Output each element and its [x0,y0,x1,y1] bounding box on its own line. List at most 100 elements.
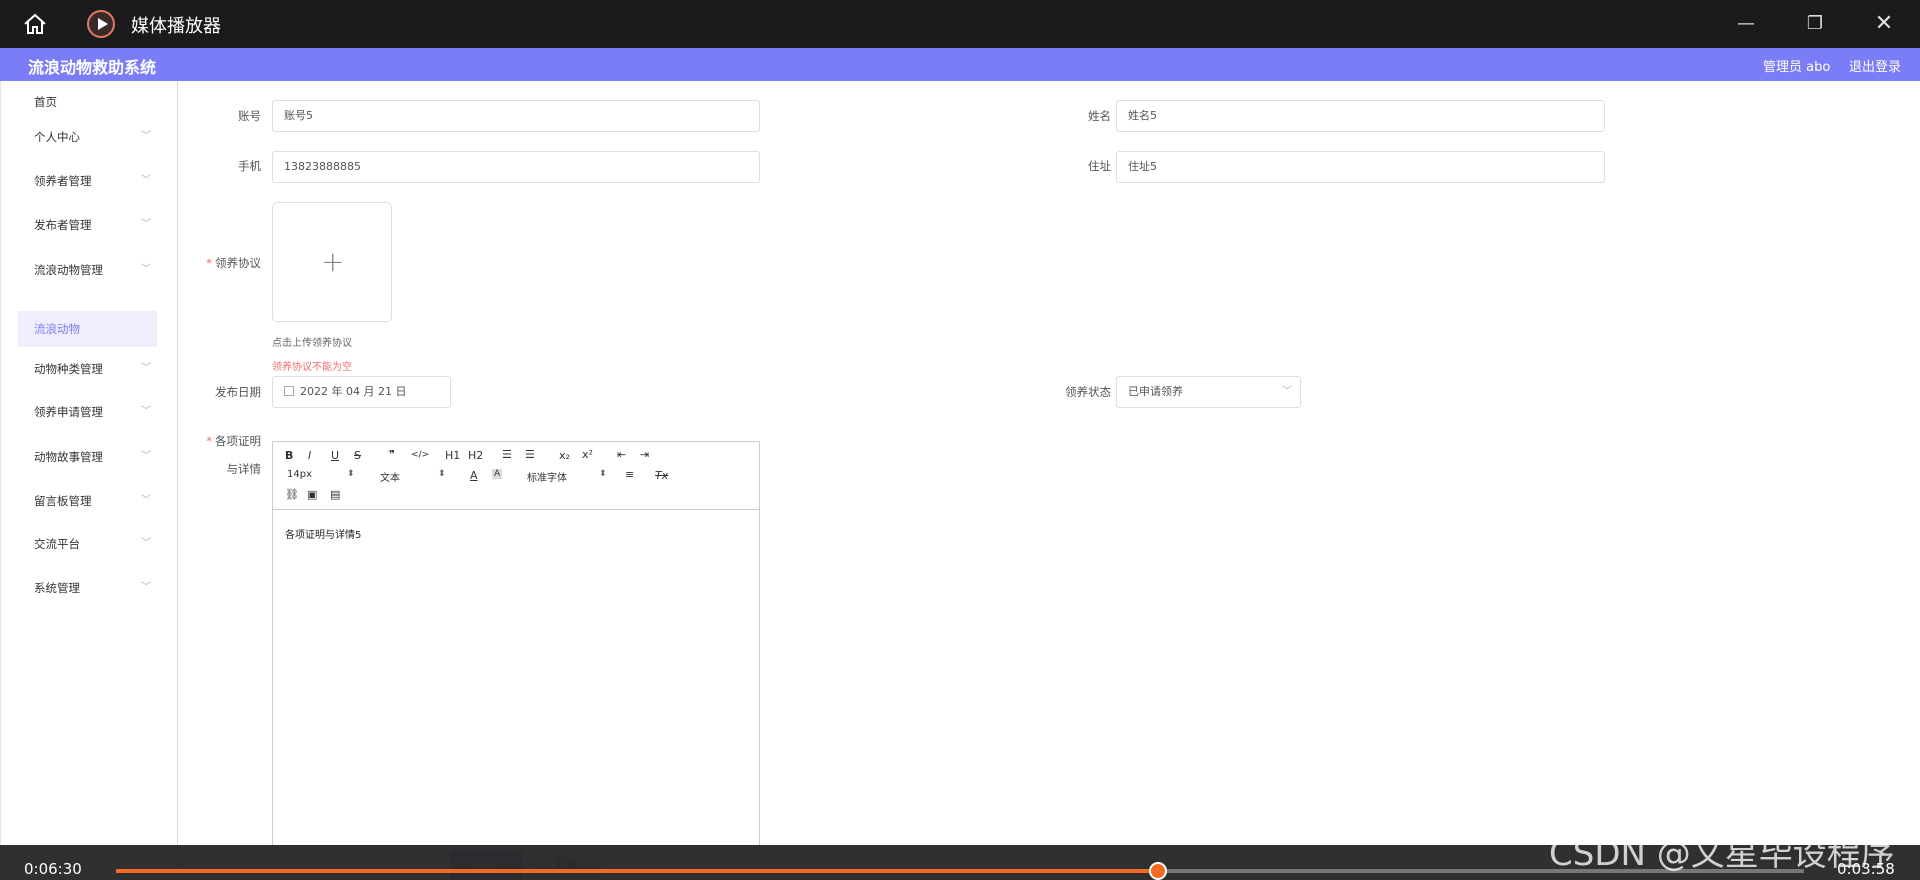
sidebar-item-label: 流浪动物管理 [34,263,103,277]
required-mark: * [206,256,212,270]
sidebar-item-publishers[interactable]: 发布者管理 ﹀ [18,207,157,243]
heading-select-arrow-icon: ⬍ [438,469,446,479]
sidebar-item-label: 流浪动物 [34,322,80,336]
h2-button[interactable]: H2 [468,449,483,462]
seek-bar-progress [116,869,1161,873]
home-icon[interactable] [22,12,48,36]
quote-icon[interactable]: ❞ [389,448,395,461]
sidebar-item-system[interactable]: 系统管理 ﹀ [18,570,157,606]
close-button[interactable]: ✕ [1872,12,1896,36]
player-title: 媒体播放器 [131,16,221,37]
outdent-icon[interactable]: ⇤ [617,448,626,461]
link-icon[interactable]: ⛓ [285,488,299,501]
font-size-select-arrow-icon: ⬍ [347,469,355,479]
heading-select[interactable]: 文本 [380,469,400,484]
agreement-label-text: 领养协议 [215,256,261,270]
address-input[interactable]: 住址5 [1116,151,1605,183]
background-color-icon[interactable]: A [492,469,503,479]
sidebar-item-animal-stories[interactable]: 动物故事管理 ﹀ [18,439,157,475]
indent-icon[interactable]: ⇥ [640,448,649,461]
sidebar-item-forum[interactable]: 交流平台 ﹀ [18,526,157,562]
code-icon[interactable]: </> [411,450,429,460]
subscript-button[interactable]: x₂ [559,449,570,462]
date-value: 2022 年 04 月 21 日 [300,385,407,398]
sidebar-item-label: 交流平台 [34,537,80,551]
chevron-down-icon: ﹀ [141,363,151,374]
watermark: CSDN @文星毕设程序 [1549,834,1895,874]
sidebar-item-stray-animal-management[interactable]: 流浪动物管理 ﹀ [18,252,157,288]
agreement-upload[interactable]: + [272,202,392,322]
details-label-text: 各项证明 [215,434,261,448]
image-icon[interactable]: ▣ [307,488,317,501]
chevron-down-icon: ﹀ [141,175,151,186]
video-icon[interactable]: ▤ [330,488,340,501]
date-picker[interactable]: 2022 年 04 月 21 日 [272,376,451,408]
sidebar-item-message-board[interactable]: 留言板管理 ﹀ [18,483,157,519]
address-label: 住址 [1088,159,1111,173]
sidebar-item-home[interactable]: 首页 [18,84,157,120]
sidebar-item-label: 领养者管理 [34,174,92,188]
calendar-icon [284,386,294,396]
font-color-icon[interactable]: A [470,469,478,482]
sidebar-item-label: 留言板管理 [34,494,92,508]
chevron-down-icon: ﹀ [1282,386,1292,397]
chevron-down-icon: ﹀ [141,406,151,417]
minimize-button[interactable]: — [1734,12,1758,36]
chevron-down-icon: ﹀ [141,495,151,506]
align-icon[interactable]: ≡ [625,468,634,481]
agreement-label: * 领养协议 [189,255,261,271]
sidebar-item-label: 系统管理 [34,581,80,595]
media-player-icon [87,10,115,38]
sidebar-item-adopters[interactable]: 领养者管理 ﹀ [18,163,157,199]
chevron-down-icon: ﹀ [141,264,151,275]
sidebar-item-label: 领养申请管理 [34,405,103,419]
h1-button[interactable]: H1 [445,449,460,462]
bold-button[interactable]: B [285,449,293,462]
italic-button[interactable]: I [308,449,311,462]
sidebar-item-label: 发布者管理 [34,218,92,232]
bullet-list-icon[interactable]: ☰ [525,448,535,461]
media-player-titlebar: 媒体播放器 — ❐ ✕ [0,0,1920,48]
sidebar-item-label: 个人中心 [34,130,80,144]
font-family-select-arrow-icon: ⬍ [599,469,607,479]
name-label: 姓名 [1088,109,1111,123]
account-input[interactable]: 账号5 [272,100,760,132]
chevron-down-icon: ﹀ [141,538,151,549]
font-size-select[interactable]: 14px [287,469,312,480]
status-select[interactable]: 已申请领养 ﹀ [1116,376,1301,408]
sidebar-item-adoption-applications[interactable]: 领养申请管理 ﹀ [18,394,157,430]
logout-link[interactable]: 退出登录 [1849,56,1901,75]
current-time: 0:06:30 [24,860,82,878]
chevron-down-icon: ﹀ [141,451,151,462]
sidebar-item-label: 首页 [34,95,57,109]
account-label: 账号 [238,109,261,123]
upload-error: 领养协议不能为空 [272,362,352,373]
sidebar-item-profile[interactable]: 个人中心 ﹀ [18,119,157,155]
sidebar-item-stray-animals[interactable]: 流浪动物 [18,311,157,347]
editor-content[interactable]: 各项证明与详情5 [285,526,361,541]
status-label: 领养状态 [1065,385,1111,399]
date-label: 发布日期 [215,385,261,399]
ordered-list-icon[interactable]: ☰ [502,448,512,461]
plus-icon: + [321,245,345,278]
superscript-button[interactable]: x² [582,448,593,461]
strike-button[interactable]: S [354,449,361,462]
sidebar-item-animal-species[interactable]: 动物种类管理 ﹀ [18,351,157,387]
sidebar: 首页 个人中心 ﹀ 领养者管理 ﹀ 发布者管理 ﹀ 流浪动物管理 ﹀ 流浪动物 动物种类… [0,81,178,880]
sidebar-item-label: 动物故事管理 [34,450,103,464]
main-form: 账号 账号5 姓名 姓名5 手机 13823888885 住址 住址5 * 领养协… [179,81,1920,880]
chevron-down-icon: ﹀ [141,131,151,142]
phone-label: 手机 [238,159,261,173]
clean-format-icon[interactable]: Tx [655,469,668,482]
required-mark: * [206,434,212,448]
name-input[interactable]: 姓名5 [1116,100,1605,132]
font-family-select[interactable]: 标准字体 [527,469,567,484]
details-label-line2: 与详情 [226,462,262,476]
underline-button[interactable]: U [331,449,339,462]
sidebar-item-label: 动物种类管理 [34,362,103,376]
seek-knob[interactable] [1149,862,1168,880]
maximize-button[interactable]: ❐ [1803,12,1827,36]
app-title: 流浪动物救助系统 [28,58,157,77]
phone-input[interactable]: 13823888885 [272,151,760,183]
status-value: 已申请领养 [1128,385,1183,398]
